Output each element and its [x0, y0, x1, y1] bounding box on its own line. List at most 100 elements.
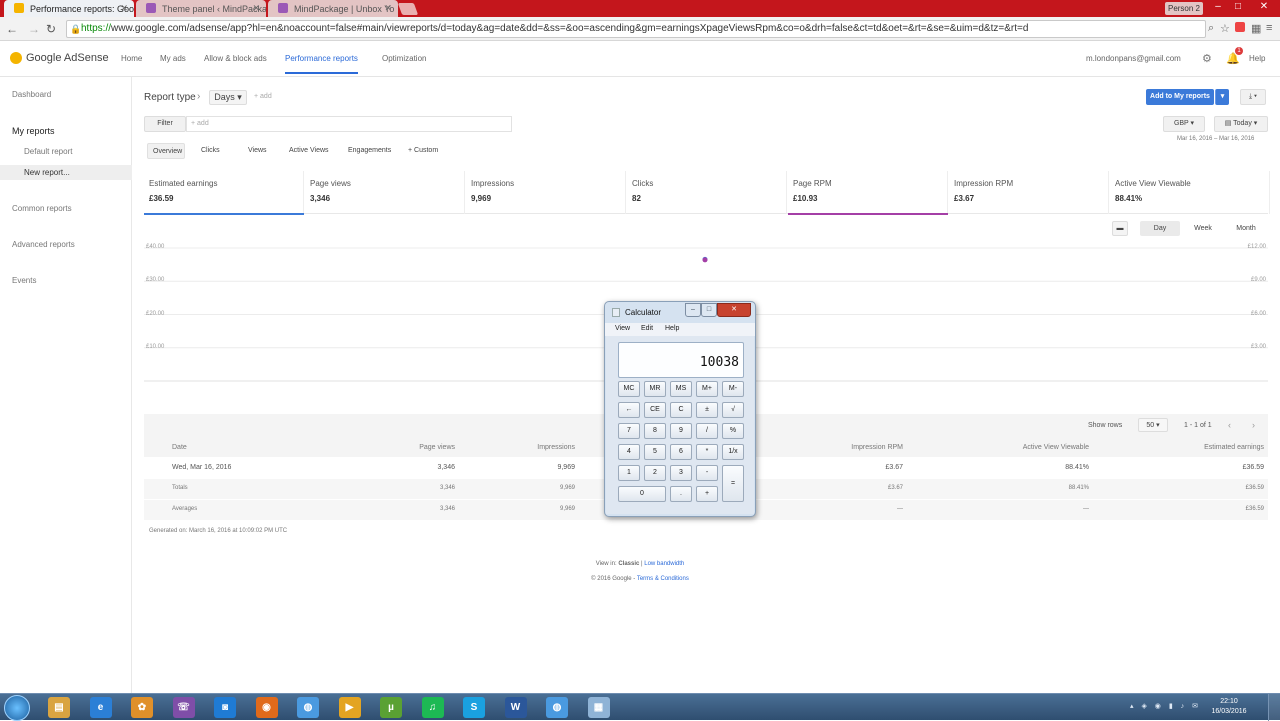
sidebar-item-advanced-reports[interactable]: Advanced reports [12, 240, 75, 249]
metric-card[interactable]: Active View Viewable 88.41% [1110, 171, 1270, 214]
calc-minimize-icon[interactable]: – [685, 303, 701, 317]
calc-key[interactable]: 1 [618, 465, 640, 481]
column-header[interactable]: Estimated earnings [1204, 444, 1264, 451]
calc-key[interactable]: 1/x [722, 444, 744, 460]
calc-key[interactable]: 4 [618, 444, 640, 460]
browser-tab-theme-panel[interactable]: Theme panel ‹ MindPackag ✕ [136, 0, 266, 17]
calc-menu-edit[interactable]: Edit [641, 325, 653, 332]
calc-key[interactable]: 9 [670, 423, 692, 439]
taskbar-app-media-icon[interactable]: ▶ [338, 697, 361, 718]
add-dimension-link[interactable]: + add [254, 93, 272, 100]
metric-card[interactable]: Page views 3,346 [305, 171, 465, 214]
show-desktop-button[interactable] [1268, 694, 1280, 721]
calc-key[interactable]: 6 [670, 444, 692, 460]
nav-my-ads[interactable]: My ads [160, 54, 186, 63]
dimension-select[interactable]: Days ▾ [209, 90, 247, 105]
windows-start-icon[interactable] [4, 695, 30, 721]
sidebar-item-my-reports[interactable]: My reports [12, 126, 55, 136]
nav-performance-reports[interactable]: Performance reports [285, 54, 358, 74]
browser-tab-mindpackage[interactable]: MindPackage | Unbox Yo ✕ [268, 0, 398, 17]
taskbar-app-skype-icon[interactable]: S [463, 697, 485, 718]
calc-key[interactable]: ← [618, 402, 640, 418]
add-to-my-reports-button[interactable]: Add to My reports [1146, 89, 1214, 105]
tab-active-views[interactable]: Active Views [284, 143, 334, 159]
calc-key[interactable]: C [670, 402, 692, 418]
filter-button[interactable]: Filter [144, 116, 186, 132]
filter-input[interactable] [186, 116, 512, 132]
currency-select[interactable]: GBP ▾ [1163, 116, 1205, 132]
data-point-page-rpm[interactable] [702, 257, 708, 263]
taskbar-app-firefox-icon[interactable]: ◉ [255, 697, 278, 718]
calc-key[interactable]: * [696, 444, 718, 460]
taskbar-app-word-icon[interactable]: W [504, 697, 527, 718]
calc-close-icon[interactable]: ✕ [717, 303, 751, 317]
close-tab-icon[interactable]: ✕ [120, 3, 128, 14]
taskbar-app-spotify-icon[interactable]: ♫ [421, 697, 444, 718]
terms-link[interactable]: Terms & Conditions [637, 576, 689, 582]
sidebar-item-common-reports[interactable]: Common reports [12, 204, 72, 213]
sidebar-item-dashboard[interactable]: Dashboard [12, 90, 51, 99]
calc-key[interactable]: 5 [644, 444, 666, 460]
tab-engagements[interactable]: Engagements [343, 143, 396, 159]
taskbar-app-paint-icon[interactable]: ✿ [131, 697, 153, 718]
calc-key[interactable]: M+ [696, 381, 718, 397]
nav-optimization[interactable]: Optimization [382, 54, 426, 63]
minimize-icon[interactable]: – [1210, 0, 1226, 14]
calc-key[interactable]: + [696, 486, 718, 502]
account-email[interactable]: m.londonpans@gmail.com [1086, 54, 1181, 63]
maximize-icon[interactable]: □ [1230, 0, 1246, 14]
calc-menu-view[interactable]: View [615, 325, 630, 332]
date-range-select[interactable]: ▤ Today ▾ [1214, 116, 1268, 132]
metric-card[interactable]: Clicks 82 [627, 171, 787, 214]
column-header[interactable]: Impressions [537, 444, 575, 451]
show-rows-select[interactable]: 50 ▾ [1138, 418, 1168, 432]
chevron-down-icon[interactable]: ▾ [1215, 89, 1229, 105]
metric-card[interactable]: Impression RPM £3.67 [949, 171, 1109, 214]
taskbar-app-viber-icon[interactable]: ☏ [172, 697, 195, 718]
calc-key[interactable]: CE [644, 402, 666, 418]
calc-key[interactable]: M- [722, 381, 744, 397]
calculator-window[interactable]: Calculator – □ ✕ View Edit Help 10038 MC… [604, 301, 756, 517]
annotation-icon[interactable]: ▬ [1112, 221, 1128, 236]
url-field[interactable]: 🔒 https://www.google.com/adsense/app?hl=… [66, 20, 1206, 38]
calc-key[interactable]: % [722, 423, 744, 439]
system-tray-icons[interactable]: ▴ ◈ ◉ ▮ ♪ ✉ [1130, 702, 1201, 710]
taskbar-app-ie-icon[interactable]: e [89, 697, 112, 718]
extension-icon[interactable] [1235, 22, 1245, 32]
search-icon[interactable]: ⌕ [1208, 22, 1214, 35]
download-icon[interactable]: ⤓ ▾ [1240, 89, 1266, 105]
next-page-icon[interactable]: › [1252, 420, 1255, 430]
tab-overview[interactable]: Overview [147, 143, 185, 159]
system-clock[interactable]: 22:10 16/03/2016 [1208, 697, 1250, 717]
calc-key[interactable]: - [696, 465, 718, 481]
taskbar-app-chrome-2-icon[interactable]: ◍ [546, 697, 568, 718]
gear-icon[interactable]: ⚙ [1202, 52, 1212, 65]
tab-views[interactable]: Views [243, 143, 272, 159]
range-week-button[interactable]: Week [1183, 221, 1223, 236]
close-tab-icon[interactable]: ✕ [384, 3, 392, 14]
calc-key[interactable]: 7 [618, 423, 640, 439]
sidebar-item-events[interactable]: Events [12, 276, 36, 285]
taskbar-app-calculator-icon[interactable]: ▦ [587, 697, 610, 718]
calc-key[interactable]: MR [644, 381, 666, 397]
column-header[interactable]: Impression RPM [851, 444, 903, 451]
close-tab-icon[interactable]: ✕ [252, 3, 260, 14]
sidebar-item-new-report[interactable]: New report... [24, 168, 70, 177]
taskbar-app-skype-alt-icon[interactable]: ◙ [214, 697, 236, 718]
calc-key[interactable]: / [696, 423, 718, 439]
calc-key[interactable]: 8 [644, 423, 666, 439]
calc-key[interactable]: MC [618, 381, 640, 397]
profile-button[interactable]: Person 2 [1165, 2, 1203, 15]
low-bandwidth-link[interactable]: Low bandwidth [644, 561, 684, 567]
column-header[interactable]: Active View Viewable [1023, 444, 1089, 451]
taskbar-app-utorrent-icon[interactable]: µ [380, 697, 402, 718]
taskbar-app-files-icon[interactable]: ▤ [48, 697, 70, 718]
reload-icon[interactable]: ↻ [46, 22, 56, 36]
calc-menu-help[interactable]: Help [665, 325, 679, 332]
range-day-button[interactable]: Day [1140, 221, 1180, 236]
calc-maximize-icon[interactable]: □ [701, 303, 717, 317]
forward-arrow-icon[interactable]: → [28, 22, 40, 36]
column-header[interactable]: Page views [419, 444, 455, 451]
calc-key[interactable]: 2 [644, 465, 666, 481]
sidebar-item-default-report[interactable]: Default report [24, 147, 72, 156]
